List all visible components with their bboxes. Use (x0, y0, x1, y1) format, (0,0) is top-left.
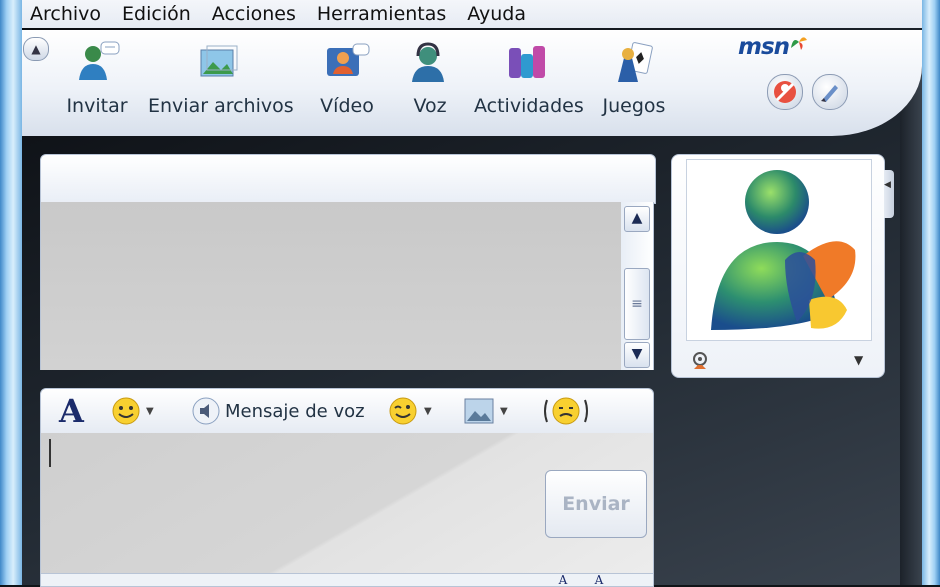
toolbar-toggle-button[interactable]: ▲ (23, 37, 49, 61)
video-label: Vídeo (320, 95, 374, 117)
menu-bar: Archivo Edición Acciones Herramientas Ay… (22, 0, 922, 29)
voice-call-icon (412, 42, 444, 82)
conversation-header (40, 154, 656, 204)
voice-button[interactable]: Voz (406, 40, 454, 117)
window-frame-right (922, 0, 940, 585)
menu-archivo[interactable]: Archivo (22, 3, 114, 25)
send-files-label: Enviar archivos (148, 95, 294, 117)
handwriting-tab[interactable]: A (550, 573, 576, 587)
invite-contact-icon (79, 41, 120, 80)
nudge-button[interactable] (541, 389, 591, 433)
msn-logo: msn (738, 34, 809, 60)
wink-icon (389, 397, 417, 425)
voice-clip-button[interactable]: Mensaje de voz (191, 389, 365, 433)
menu-ayuda[interactable]: Ayuda (459, 3, 539, 25)
activities-button[interactable]: Actividades (474, 40, 584, 117)
menu-acciones[interactable]: Acciones (204, 3, 309, 25)
scroll-thumb[interactable]: ≡ (624, 268, 650, 340)
send-files-button[interactable]: Enviar archivos (148, 40, 294, 117)
webcam-icon[interactable] (690, 351, 710, 371)
msn-butterfly-icon (791, 37, 808, 50)
invite-button[interactable]: Invitar (63, 40, 131, 117)
text-tab[interactable]: A (586, 573, 612, 587)
emoticon-button[interactable]: ▼ (111, 389, 154, 433)
menu-herramientas[interactable]: Herramientas (309, 3, 459, 25)
background-button[interactable]: ▼ (463, 389, 508, 433)
display-picture-panel: ▼ (671, 154, 885, 378)
block-button[interactable] (767, 74, 803, 110)
msn-buddy-avatar-icon (711, 170, 856, 330)
games-label: Juegos (602, 95, 666, 117)
change-background-button[interactable] (812, 74, 848, 110)
font-button[interactable]: A (59, 389, 84, 433)
wink-dropdown-icon[interactable]: ▼ (424, 406, 432, 417)
right-backdrop (900, 70, 922, 585)
invite-label: Invitar (66, 95, 128, 117)
video-call-icon (327, 43, 370, 76)
activities-icon (509, 46, 545, 78)
voice-clip-label: Mensaje de voz (225, 400, 365, 422)
speaker-icon (192, 397, 220, 425)
voice-label: Voz (413, 95, 447, 117)
display-picture[interactable] (686, 159, 872, 341)
emoticon-icon (112, 397, 140, 425)
paintbrush-icon (821, 85, 838, 102)
scroll-up-button[interactable]: ▲ (624, 206, 650, 232)
history-scrollbar[interactable]: ▲ ≡ ▼ (621, 202, 654, 370)
video-button[interactable]: Vídeo (318, 40, 376, 117)
activities-label: Actividades (474, 95, 584, 117)
background-image-icon (464, 398, 494, 424)
collapse-picture-tab[interactable]: ◀ (884, 170, 894, 218)
font-icon: A (59, 392, 84, 430)
emoticon-dropdown-icon[interactable]: ▼ (146, 406, 154, 417)
display-picture-menu-icon[interactable]: ▼ (854, 353, 863, 367)
send-files-icon (200, 45, 238, 77)
scroll-down-button[interactable]: ▼ (624, 342, 650, 368)
block-contact-icon (774, 81, 796, 103)
text-caret (49, 439, 51, 467)
menu-edicion[interactable]: Edición (114, 3, 204, 25)
conversation-history (40, 202, 622, 370)
background-dropdown-icon[interactable]: ▼ (500, 406, 508, 417)
compose-toolbar: A ▼ Mensaje de voz ▼ ▼ (40, 388, 654, 434)
nudge-icon (544, 397, 588, 425)
games-button[interactable]: Juegos (600, 40, 668, 117)
window-frame-left (0, 0, 22, 585)
games-icon (618, 42, 653, 82)
wink-button[interactable]: ▼ (387, 389, 432, 433)
send-button[interactable]: Enviar (545, 470, 647, 538)
